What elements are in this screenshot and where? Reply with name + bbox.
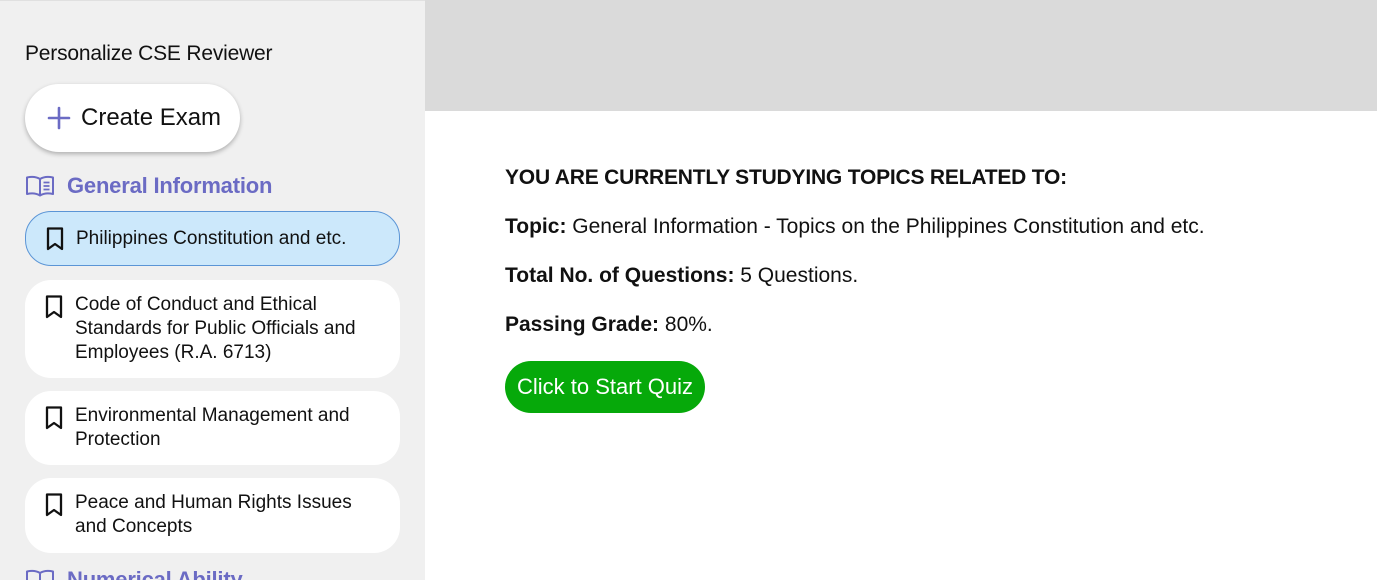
section-label: Numerical Ability bbox=[67, 567, 243, 580]
questions-label: Total No. of Questions: bbox=[505, 264, 735, 287]
questions-line: Total No. of Questions: 5 Questions. bbox=[505, 264, 1205, 288]
plus-icon bbox=[47, 106, 71, 130]
sidebar: Personalize CSE Reviewer Create Exam Gen… bbox=[0, 0, 425, 580]
passing-grade-value: 80%. bbox=[664, 313, 713, 336]
topic-line: Topic: General Information - Topics on t… bbox=[505, 215, 1205, 239]
passing-grade-line: Passing Grade: 80%. bbox=[505, 313, 1205, 337]
topic-label: Topic: bbox=[505, 215, 567, 238]
topic-label: Peace and Human Rights Issues and Concep… bbox=[75, 492, 352, 537]
section-label: General Information bbox=[67, 173, 273, 198]
topic-code-of-conduct[interactable]: Code of Conduct and Ethical Standards fo… bbox=[25, 280, 400, 378]
book-open-icon bbox=[26, 175, 54, 197]
topic-label: Code of Conduct and Ethical Standards fo… bbox=[75, 294, 356, 363]
bookmark-icon bbox=[45, 406, 63, 430]
questions-value: 5 Questions. bbox=[740, 264, 859, 287]
passing-grade-label: Passing Grade: bbox=[505, 313, 660, 336]
app-title: Personalize CSE Reviewer bbox=[25, 42, 273, 65]
section-numerical-ability[interactable]: Numerical Ability bbox=[25, 567, 243, 580]
book-open-icon bbox=[26, 569, 54, 580]
quiz-info-panel: YOU ARE CURRENTLY STUDYING TOPICS RELATE… bbox=[505, 166, 1205, 413]
create-exam-button[interactable]: Create Exam bbox=[25, 84, 240, 152]
topic-peace-human-rights[interactable]: Peace and Human Rights Issues and Concep… bbox=[25, 478, 400, 553]
bookmark-icon bbox=[46, 226, 64, 250]
top-banner bbox=[425, 0, 1377, 111]
start-quiz-button[interactable]: Click to Start Quiz bbox=[505, 361, 706, 413]
section-general-information[interactable]: General Information bbox=[25, 173, 272, 199]
topic-label: Philippines Constitution and etc. bbox=[76, 227, 347, 249]
bookmark-icon bbox=[45, 295, 63, 319]
topic-environmental-management[interactable]: Environmental Management and Protection bbox=[25, 391, 400, 465]
topic-value: General Information - Topics on the Phil… bbox=[572, 215, 1205, 238]
topic-philippines-constitution[interactable]: Philippines Constitution and etc. bbox=[25, 211, 400, 266]
topic-label: Environmental Management and Protection bbox=[75, 405, 350, 450]
bookmark-icon bbox=[45, 493, 63, 517]
studying-heading: YOU ARE CURRENTLY STUDYING TOPICS RELATE… bbox=[505, 166, 1067, 189]
create-exam-label: Create Exam bbox=[81, 104, 222, 131]
